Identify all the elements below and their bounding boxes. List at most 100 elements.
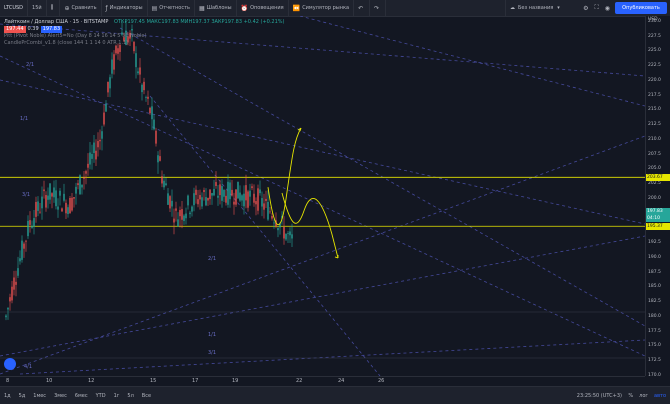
range-button[interactable]: 6мес [71, 393, 92, 399]
candle-body [113, 54, 115, 70]
candle-body [75, 186, 77, 194]
range-button[interactable]: 5л [123, 393, 137, 399]
symbol-search[interactable]: LTCUSD [0, 0, 29, 16]
scale-options: % лог авто [628, 387, 666, 404]
candle-body [189, 212, 191, 215]
publish-button[interactable]: Опубликовать [615, 2, 667, 14]
candle-body [179, 210, 181, 217]
candle-body [31, 225, 33, 228]
indicator-2[interactable]: CandlePrCombi_v1.8 (close 144 1 1 14 0 A… [4, 40, 285, 47]
time-tick: 24 [338, 378, 345, 384]
camera-icon[interactable]: ◉ [605, 5, 610, 12]
fan-line [0, 235, 645, 357]
candle-body [263, 203, 265, 210]
candle-body [91, 154, 93, 159]
candle-body [149, 107, 151, 114]
time-tick: 19 [232, 378, 239, 384]
candle-body [101, 131, 103, 139]
candle-body [45, 195, 47, 208]
log-toggle[interactable]: лог [639, 393, 648, 399]
candle-body [147, 96, 149, 99]
candles-icon: ⫼ [50, 4, 54, 11]
projection-down-arrow [334, 254, 339, 259]
compare-button[interactable]: ⊕ Сравнить [60, 0, 102, 16]
alerts-button[interactable]: ⏰ Оповещения [237, 0, 289, 16]
indicators-button[interactable]: ƒ Индикаторы [102, 0, 148, 16]
fullscreen-icon[interactable]: ⛶ [595, 4, 599, 12]
range-button[interactable]: 1мес [29, 393, 50, 399]
percent-toggle[interactable]: % [628, 393, 633, 399]
candle-body [203, 189, 205, 193]
range-button[interactable]: Все [138, 393, 155, 399]
candle-body [143, 81, 145, 91]
price-tick: 212.5 [648, 122, 661, 128]
price-tick: 187.5 [648, 269, 661, 275]
range-button[interactable]: 1д [0, 393, 15, 399]
candle-body [255, 201, 257, 205]
range-button[interactable]: 3мес [50, 393, 71, 399]
candle-body [85, 171, 87, 174]
price-tick: 170.0 [648, 373, 661, 378]
replay-label: Симулятор рынка [302, 5, 350, 11]
layout-icon: ☁ [510, 5, 515, 11]
chart-legend: Лайткоин / Доллар США · 15 · BITSTAMP ОТ… [4, 19, 285, 47]
tradingview-logo-icon[interactable] [4, 358, 16, 370]
fib-label: 1/1 [20, 116, 28, 122]
alarm-icon: ⏰ [240, 4, 249, 12]
layout-menu[interactable]: ☁ Без названия ▾ [505, 0, 564, 16]
candle-body [291, 234, 293, 239]
fib-label: 1/1 [208, 332, 216, 338]
candle-body [73, 197, 75, 199]
undo-button[interactable]: ↶ [354, 0, 371, 16]
templates-button[interactable]: ▦ Шаблоны [195, 0, 237, 16]
ask-price: 197.83 [40, 26, 63, 33]
candle-body [145, 97, 147, 98]
candle-body [9, 297, 11, 302]
candle-body [41, 196, 43, 209]
range-button[interactable]: 5д [15, 393, 30, 399]
price-tick: 217.5 [648, 92, 661, 98]
candle-body [159, 156, 161, 161]
candle-body [139, 67, 141, 75]
candle-body [151, 106, 153, 120]
chart-canvas[interactable]: 2/1 1/1 3/1 2/1 1/1 3/1 4/1 [0, 16, 645, 376]
price-axis[interactable]: USD 230.0 227.5 225.0 222.5 220.0 217.5 215.0 2… [645, 16, 670, 378]
interval-button[interactable]: 15й [28, 0, 47, 16]
candle-body [267, 202, 269, 220]
price-tick: 200.0 [648, 195, 661, 201]
candle-body [105, 103, 107, 112]
auto-toggle[interactable]: авто [654, 393, 666, 399]
symbol-label: LTCUSD [4, 5, 24, 11]
candle-body [195, 189, 197, 195]
candle-body [155, 130, 157, 144]
countdown-label: 04:10 [646, 215, 670, 223]
candle-body [209, 189, 211, 200]
price-tick: 227.5 [648, 33, 661, 39]
replay-button[interactable]: ⏪ Симулятор рынка [289, 0, 355, 16]
candle-body [21, 240, 23, 260]
candle-body [79, 175, 81, 195]
clock-label: 23:25:50 (UTC+3) [576, 392, 622, 399]
candle-body [185, 213, 187, 219]
bar-style-button[interactable]: ⫼ [47, 0, 61, 16]
indicators-icon: ƒ [105, 4, 108, 12]
candle-body [261, 198, 263, 207]
financials-button[interactable]: ▤ Отчетность [148, 0, 195, 16]
range-button[interactable]: 1г [110, 393, 124, 399]
horizontal-levels [0, 176, 645, 227]
indicator-1[interactable]: Pitt (Pivot Noble) Alert5=No (Day 8 14 1… [4, 33, 285, 40]
candle-body [141, 84, 143, 93]
candle-body [87, 163, 89, 168]
clock[interactable]: 23:25:50 (UTC+3) [577, 387, 622, 404]
gear-icon[interactable]: ⚙ [583, 5, 588, 12]
redo-button[interactable]: ↷ [370, 0, 387, 16]
projection-paths [267, 127, 339, 259]
candle-body [99, 139, 101, 142]
candle-body [233, 201, 235, 205]
candle-body [245, 185, 247, 201]
candle-body [39, 211, 41, 213]
templates-label: Шаблоны [206, 5, 232, 11]
candle-body [51, 193, 53, 197]
range-button[interactable]: YTD [92, 393, 110, 399]
candles-group [5, 20, 293, 321]
